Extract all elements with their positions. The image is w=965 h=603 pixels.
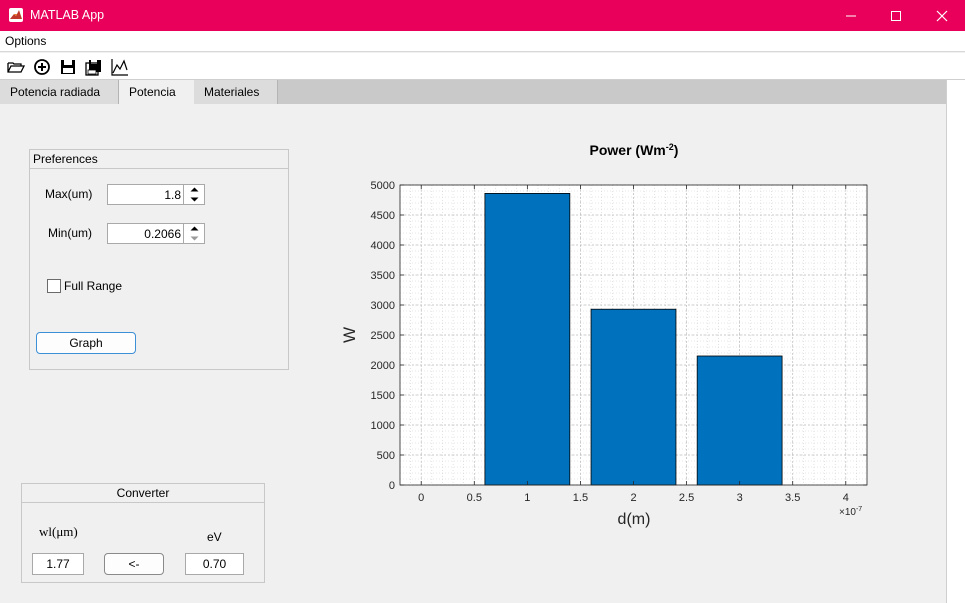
- y-tick-label: 3500: [371, 270, 395, 282]
- title-bar: MATLAB App: [0, 0, 965, 31]
- matlab-logo-icon: [9, 8, 23, 22]
- save-icon[interactable]: [58, 57, 78, 77]
- ev-field[interactable]: 0.70: [185, 553, 244, 575]
- chart-title: Power (Wm-2): [590, 142, 679, 158]
- power-chart: Power (Wm-2) W d(m) ×10-7 0 0.5 1 1.5 2 2.5 3 3…: [330, 130, 890, 533]
- bar: [696, 355, 783, 486]
- menu-bar: Options: [0, 31, 965, 52]
- x-tick-label: 1.5: [573, 492, 588, 504]
- x-tick-label: 2: [630, 492, 636, 504]
- y-tick-label: 1000: [371, 420, 395, 432]
- x-tick-label: 3.5: [785, 492, 800, 504]
- tab-label: Materiales: [204, 85, 260, 99]
- chevron-down-icon[interactable]: [184, 234, 204, 243]
- x-tick-label: 0.5: [467, 492, 482, 504]
- tab-potencia[interactable]: Potencia: [118, 80, 195, 104]
- bar: [590, 308, 677, 486]
- preferences-panel: Preferences Max(um) 1.8 Min(um) 0.2066 F…: [29, 149, 289, 370]
- min-value[interactable]: 0.2066: [144, 227, 181, 241]
- plot-icon[interactable]: [110, 57, 130, 77]
- close-icon: [936, 10, 948, 21]
- menu-options[interactable]: Options: [5, 34, 46, 48]
- tab-label: Potencia radiada: [10, 85, 101, 99]
- window-title: MATLAB App: [30, 8, 105, 22]
- maximize-icon: [891, 10, 901, 21]
- y-tick-label: 2500: [371, 330, 395, 342]
- x-axis-label: d(m): [618, 511, 651, 528]
- y-tick-label: 4500: [371, 210, 395, 222]
- x-tick-label: 3: [737, 492, 743, 504]
- ev-label: eV: [207, 530, 222, 544]
- converter-panel: Converter wl(μm) eV 1.77 <- 0.70: [21, 483, 265, 583]
- chevron-down-icon[interactable]: [184, 195, 204, 204]
- tab-materiales[interactable]: Materiales: [194, 80, 278, 104]
- min-label: Min(um): [48, 226, 92, 240]
- graph-button-label: Graph: [69, 336, 103, 350]
- max-spinner-arrows[interactable]: [183, 185, 204, 204]
- preferences-title: Preferences: [30, 150, 288, 169]
- convert-button-label: <-: [128, 557, 140, 571]
- y-tick-label: 1500: [371, 390, 395, 402]
- open-folder-icon[interactable]: [6, 57, 26, 77]
- max-label: Max(um): [45, 187, 93, 201]
- x-tick-label: 4: [843, 492, 849, 504]
- wl-field[interactable]: 1.77: [32, 553, 84, 575]
- full-range-label: Full Range: [64, 279, 123, 293]
- export-icon[interactable]: [84, 57, 104, 77]
- min-spinner[interactable]: 0.2066: [107, 223, 205, 244]
- y-tick-label: 4000: [371, 240, 395, 252]
- converter-title: Converter: [22, 484, 264, 503]
- minimize-button[interactable]: [828, 0, 874, 31]
- power-chart-svg: Power (Wm-2) W d(m) ×10-7 0 0.5 1 1.5 2 2.5 3 3…: [340, 142, 868, 528]
- y-tick-label: 500: [377, 450, 395, 462]
- x-exponent-label: ×10-7: [839, 506, 862, 518]
- bar: [484, 193, 571, 486]
- convert-button[interactable]: <-: [104, 553, 164, 575]
- ev-value[interactable]: 0.70: [203, 557, 226, 571]
- x-tick-label: 1: [524, 492, 530, 504]
- minimize-icon: [846, 15, 856, 16]
- y-axis-label: W: [340, 327, 359, 343]
- full-range-checkbox[interactable]: [47, 279, 61, 293]
- max-value[interactable]: 1.8: [164, 188, 181, 202]
- max-spinner[interactable]: 1.8: [107, 184, 205, 205]
- wl-value[interactable]: 1.77: [46, 557, 69, 571]
- tab-potencia-radiada[interactable]: Potencia radiada: [0, 80, 119, 104]
- y-tick-label: 5000: [371, 180, 395, 192]
- y-tick-label: 2000: [371, 360, 395, 372]
- toolbar: [0, 53, 965, 80]
- min-spinner-arrows[interactable]: [183, 224, 204, 243]
- tab-label: Potencia: [129, 85, 176, 99]
- close-button[interactable]: [919, 0, 965, 31]
- x-tick-label: 0: [418, 492, 424, 504]
- x-tick-label: 2.5: [679, 492, 694, 504]
- window-edge: [946, 80, 965, 603]
- chevron-up-icon[interactable]: [184, 185, 204, 194]
- maximize-button[interactable]: [873, 0, 919, 31]
- wl-label: wl(μm): [39, 524, 78, 539]
- add-icon[interactable]: [32, 57, 52, 77]
- chevron-up-icon[interactable]: [184, 224, 204, 233]
- y-tick-label: 3000: [371, 300, 395, 312]
- graph-button[interactable]: Graph: [36, 332, 136, 354]
- tab-strip: Potencia radiada Potencia Materiales: [0, 80, 946, 104]
- y-tick-label: 0: [389, 480, 395, 492]
